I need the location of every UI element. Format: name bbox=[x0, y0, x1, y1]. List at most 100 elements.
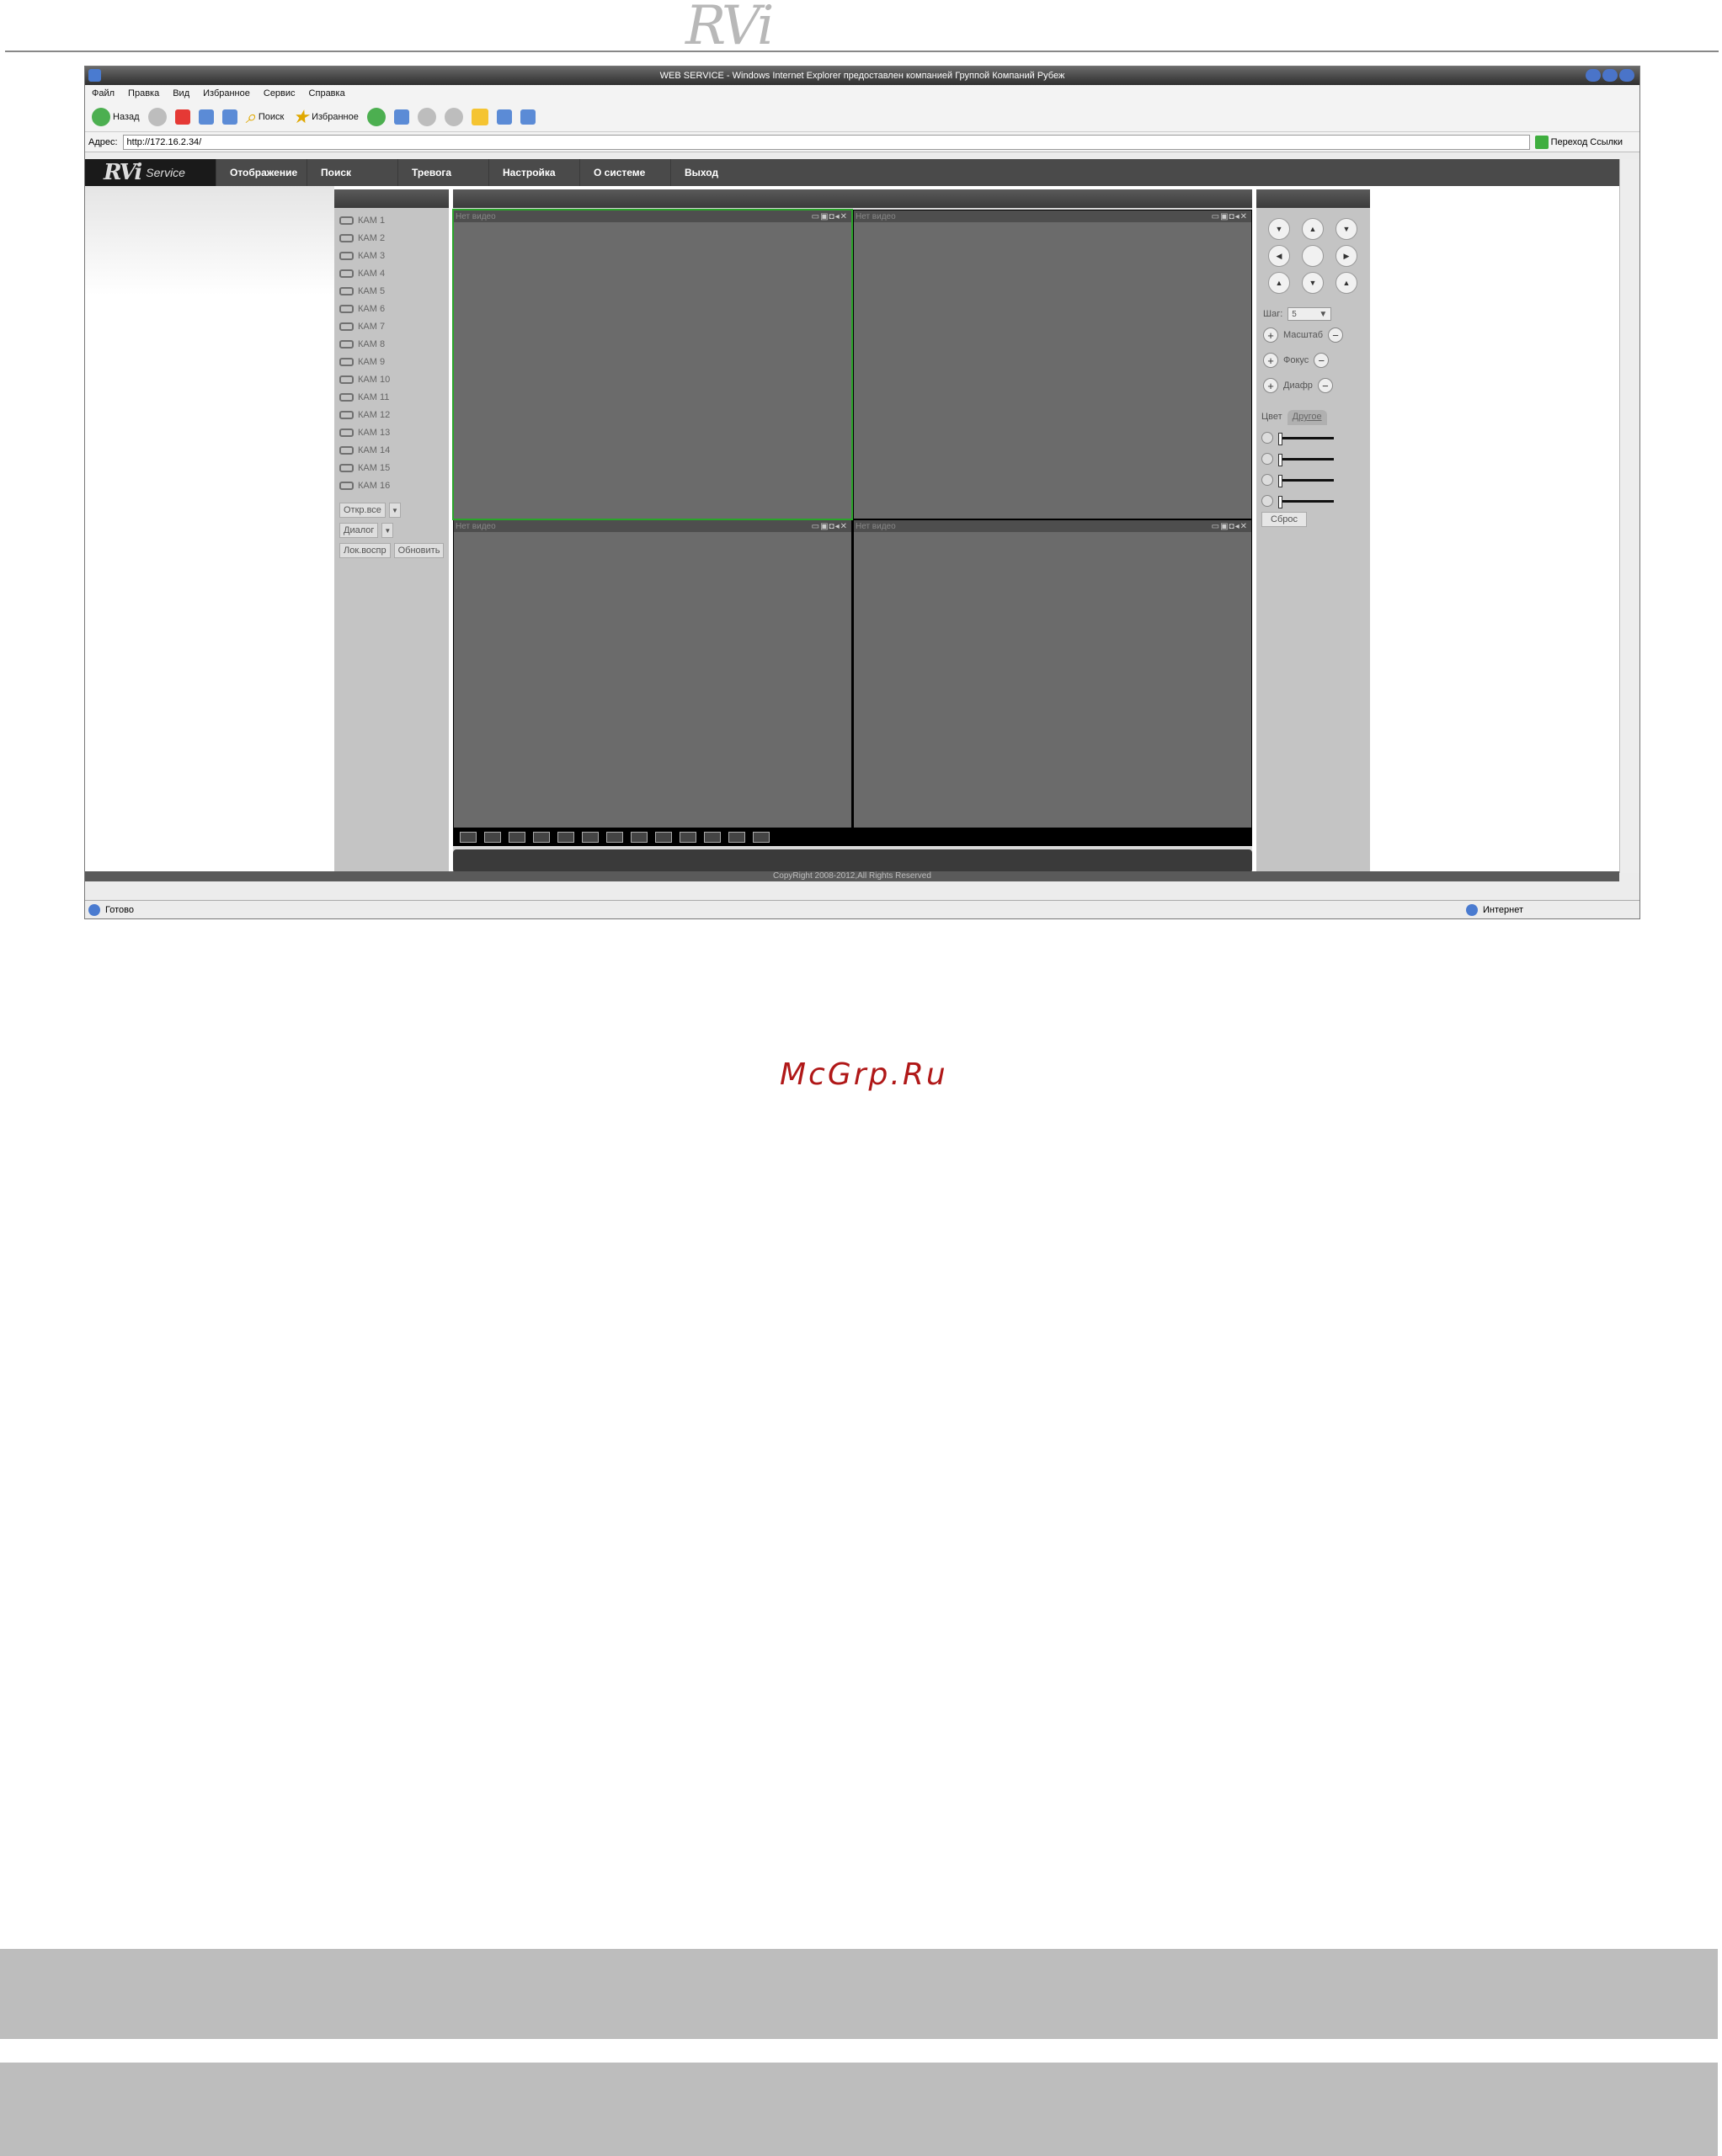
hue-slider[interactable] bbox=[1261, 495, 1334, 508]
fullscreen-icon[interactable] bbox=[509, 831, 525, 843]
camera-item[interactable]: КАМ 11 bbox=[334, 388, 449, 406]
local-play-button[interactable]: Лок.воспр bbox=[339, 543, 391, 558]
focus-minus-icon[interactable]: − bbox=[1314, 353, 1330, 368]
nav-exit[interactable]: Выход bbox=[670, 159, 761, 186]
camera-item[interactable]: КАМ 4 bbox=[334, 264, 449, 282]
research-icon[interactable] bbox=[520, 109, 536, 125]
video-cell[interactable]: Нет видео ▭▣◘◂✕ bbox=[452, 209, 853, 520]
refresh-icon[interactable] bbox=[198, 109, 214, 125]
layout-8-icon[interactable] bbox=[606, 831, 623, 843]
cell-tools-icon[interactable]: ▭▣◘◂✕ bbox=[1212, 212, 1251, 221]
layout-4-icon[interactable] bbox=[484, 831, 501, 843]
slider-track[interactable] bbox=[1278, 453, 1334, 466]
open-all-button[interactable]: Откр.все bbox=[339, 503, 386, 518]
cell-tools-icon[interactable]: ▭▣◘◂✕ bbox=[812, 522, 851, 531]
messenger-icon[interactable] bbox=[496, 109, 512, 125]
close-button[interactable] bbox=[1619, 69, 1634, 82]
ptz-center-icon[interactable] bbox=[1302, 245, 1324, 267]
ptz-up-icon[interactable]: ▲ bbox=[1302, 218, 1324, 240]
back-button[interactable]: Назад bbox=[92, 107, 140, 126]
menu-view[interactable]: Вид bbox=[173, 88, 189, 98]
refresh-button[interactable]: Обновить bbox=[393, 543, 445, 558]
layout-25-icon[interactable] bbox=[728, 831, 745, 843]
layout-6-icon[interactable] bbox=[582, 831, 599, 843]
layout-16-icon[interactable] bbox=[680, 831, 696, 843]
menu-help[interactable]: Справка bbox=[309, 88, 345, 98]
video-cell[interactable]: Нет видео ▭▣◘◂✕ bbox=[454, 520, 851, 828]
iris-plus-icon[interactable]: + bbox=[1263, 378, 1278, 393]
zoom-minus-icon[interactable]: − bbox=[1328, 327, 1344, 343]
brightness-slider[interactable] bbox=[1261, 432, 1334, 445]
stop-icon[interactable] bbox=[174, 109, 190, 125]
links-label[interactable]: Ссылки bbox=[1590, 137, 1623, 147]
nav-alarm[interactable]: Тревога bbox=[397, 159, 488, 186]
camera-item[interactable]: КАМ 9 bbox=[334, 353, 449, 370]
layout-quad-icon[interactable] bbox=[557, 831, 574, 843]
camera-item[interactable]: КАМ 14 bbox=[334, 441, 449, 459]
ptz-right-icon[interactable]: ▶ bbox=[1335, 245, 1357, 267]
address-input[interactable]: http://172.16.2.34/ bbox=[122, 134, 1530, 150]
open-all-dropdown[interactable]: ▼ bbox=[388, 503, 401, 518]
dialog-dropdown[interactable]: ▼ bbox=[381, 523, 394, 538]
nav-display[interactable]: Отображение bbox=[216, 159, 307, 186]
menu-edit[interactable]: Правка bbox=[128, 88, 159, 98]
dialog-button[interactable]: Диалог bbox=[339, 523, 379, 538]
menu-file[interactable]: Файл bbox=[92, 88, 115, 98]
camera-item[interactable]: КАМ 16 bbox=[334, 476, 449, 494]
ptz-up-left-icon[interactable]: ▼ bbox=[1268, 218, 1290, 240]
slider-track[interactable] bbox=[1278, 432, 1334, 445]
nav-settings[interactable]: Настройка bbox=[488, 159, 579, 186]
step-select[interactable]: 5 ▼ bbox=[1288, 307, 1332, 321]
go-button[interactable]: Переход Ссылки bbox=[1534, 135, 1639, 149]
focus-plus-icon[interactable]: + bbox=[1263, 353, 1278, 368]
layout-13-icon[interactable] bbox=[655, 831, 672, 843]
layout-36-icon[interactable] bbox=[753, 831, 770, 843]
layout-9-icon[interactable] bbox=[631, 831, 648, 843]
search-button[interactable]: ⌕ Поиск bbox=[246, 106, 285, 128]
menu-tools[interactable]: Сервис bbox=[264, 88, 296, 98]
camera-item[interactable]: КАМ 13 bbox=[334, 423, 449, 441]
camera-item[interactable]: КАМ 6 bbox=[334, 300, 449, 317]
nav-about[interactable]: О системе bbox=[579, 159, 670, 186]
ptz-up-right-icon[interactable]: ▼ bbox=[1335, 218, 1357, 240]
minimize-button[interactable] bbox=[1586, 69, 1601, 82]
history-icon[interactable] bbox=[366, 107, 386, 126]
camera-item[interactable]: КАМ 1 bbox=[334, 211, 449, 229]
video-cell[interactable]: Нет видео ▭▣◘◂✕ bbox=[854, 210, 1251, 519]
tab-other[interactable]: Другое bbox=[1287, 410, 1327, 425]
camera-item[interactable]: КАМ 7 bbox=[334, 317, 449, 335]
camera-item[interactable]: КАМ 10 bbox=[334, 370, 449, 388]
camera-item[interactable]: КАМ 12 bbox=[334, 406, 449, 423]
home-icon[interactable] bbox=[221, 109, 237, 125]
camera-item[interactable]: КАМ 3 bbox=[334, 247, 449, 264]
maximize-button[interactable] bbox=[1602, 69, 1618, 82]
layout-single-icon[interactable] bbox=[533, 831, 550, 843]
ptz-down-icon[interactable]: ▼ bbox=[1302, 272, 1324, 294]
slider-track[interactable] bbox=[1278, 495, 1334, 508]
forward-arrow-icon[interactable] bbox=[147, 107, 167, 126]
layout-20-icon[interactable] bbox=[704, 831, 721, 843]
camera-item[interactable]: КАМ 15 bbox=[334, 459, 449, 476]
video-cell[interactable]: Нет видео ▭▣◘◂✕ bbox=[854, 520, 1251, 828]
camera-item[interactable]: КАМ 5 bbox=[334, 282, 449, 300]
nav-search[interactable]: Поиск bbox=[307, 159, 397, 186]
cell-tools-icon[interactable]: ▭▣◘◂✕ bbox=[1212, 522, 1251, 531]
cell-tools-icon[interactable]: ▭▣◘◂✕ bbox=[812, 212, 851, 221]
saturation-slider[interactable] bbox=[1261, 474, 1334, 487]
slider-track[interactable] bbox=[1278, 474, 1334, 487]
note-icon[interactable] bbox=[471, 108, 488, 125]
ptz-left-icon[interactable]: ◀ bbox=[1268, 245, 1290, 267]
edit-icon[interactable] bbox=[444, 107, 463, 126]
tab-color[interactable]: Цвет bbox=[1256, 410, 1288, 425]
favorites-button[interactable]: ★ Избранное bbox=[292, 106, 358, 128]
ptz-down-right-icon[interactable]: ▲ bbox=[1335, 272, 1357, 294]
print-icon[interactable] bbox=[417, 107, 436, 126]
menu-favorites[interactable]: Избранное bbox=[203, 88, 250, 98]
contrast-slider[interactable] bbox=[1261, 453, 1334, 466]
ptz-down-left-icon[interactable]: ▲ bbox=[1268, 272, 1290, 294]
reset-button[interactable]: Сброс bbox=[1261, 512, 1307, 527]
iris-minus-icon[interactable]: − bbox=[1317, 378, 1333, 393]
mail-icon[interactable] bbox=[393, 109, 409, 125]
layout-1-icon[interactable] bbox=[460, 831, 477, 843]
vertical-scrollbar[interactable] bbox=[1619, 159, 1639, 873]
